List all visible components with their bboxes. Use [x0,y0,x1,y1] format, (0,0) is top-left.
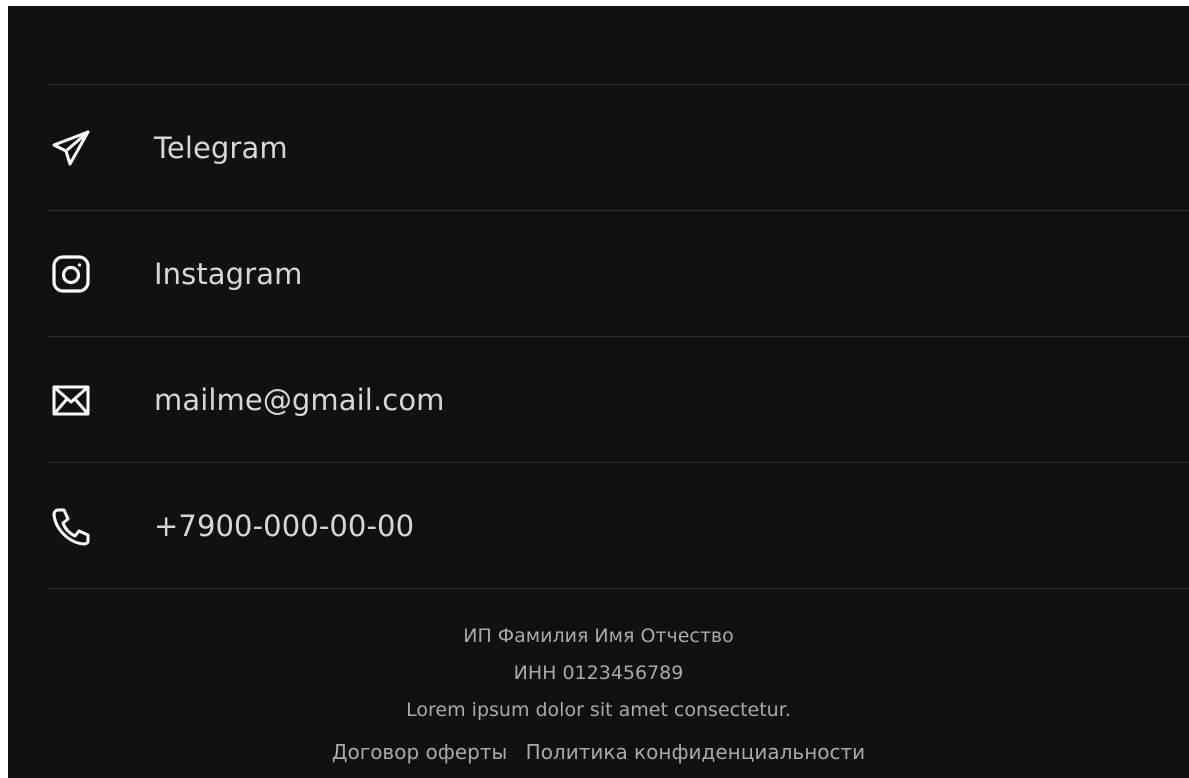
footer-tagline: Lorem ipsum dolor sit amet consectetur. [406,699,791,721]
contact-instagram[interactable]: Instagram [48,211,1189,336]
phone-icon [50,504,106,548]
mail-icon [50,378,106,422]
footer-inn: ИНН 0123456789 [513,662,684,684]
footer-owner: ИП Фамилия Имя Отчество [463,625,734,647]
contact-list: Telegram Instagram mailme@gmail.com +790… [48,84,1189,589]
footer-links: Договор оферты Политика конфиденциальнос… [8,732,1189,772]
contact-phone[interactable]: +7900-000-00-00 [48,463,1189,588]
contact-email[interactable]: mailme@gmail.com [48,337,1189,462]
contact-label-telegram: Telegram [154,130,288,165]
contacts-panel: Telegram Instagram mailme@gmail.com +790… [8,6,1189,778]
contact-label-instagram: Instagram [154,256,303,291]
footer: ИП Фамилия Имя Отчество ИНН 0123456789 L… [8,618,1189,772]
offer-link[interactable]: Договор оферты [332,740,507,764]
telegram-icon [50,126,106,170]
contact-label-email: mailme@gmail.com [154,382,445,417]
divider [48,588,1189,589]
contact-label-phone: +7900-000-00-00 [154,508,415,543]
instagram-icon [50,252,106,296]
contact-telegram[interactable]: Telegram [48,85,1189,210]
privacy-policy-link[interactable]: Политика конфиденциальности [526,740,866,764]
